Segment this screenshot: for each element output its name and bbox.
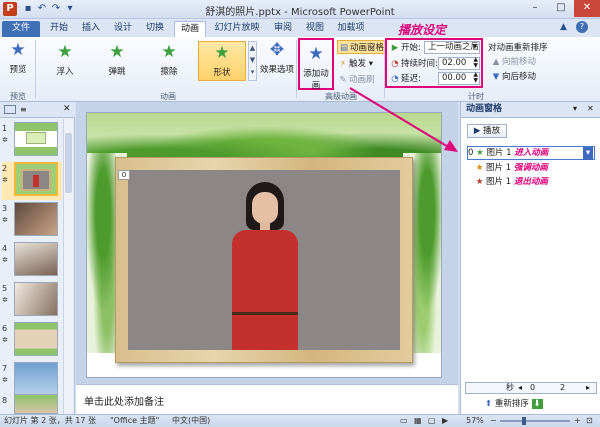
- language-status: 中文(中国): [172, 416, 211, 425]
- slide-sorter-icon[interactable]: ▦: [414, 415, 422, 427]
- zoom-in-icon[interactable]: +: [574, 415, 581, 427]
- slide-count-status: 幻灯片 第 2 张，共 17 张: [4, 416, 96, 425]
- annotation-arrow: [349, 87, 458, 152]
- status-bar: 幻灯片 第 2 张，共 17 张 "Office 主题" 中文(中国) ▭ ▦ …: [0, 414, 600, 427]
- zoom-slider-thumb[interactable]: [522, 417, 526, 425]
- zoom-out-icon[interactable]: −: [490, 415, 497, 427]
- theme-status: "Office 主题": [110, 416, 160, 425]
- zoom-level[interactable]: 57%: [466, 415, 484, 427]
- slideshow-view-icon[interactable]: ▶: [442, 415, 448, 427]
- normal-view-icon[interactable]: ▭: [400, 415, 408, 427]
- fit-to-window-icon[interactable]: ⊡: [586, 415, 593, 427]
- zoom-slider[interactable]: [500, 420, 570, 422]
- reading-view-icon[interactable]: ▢: [428, 415, 436, 427]
